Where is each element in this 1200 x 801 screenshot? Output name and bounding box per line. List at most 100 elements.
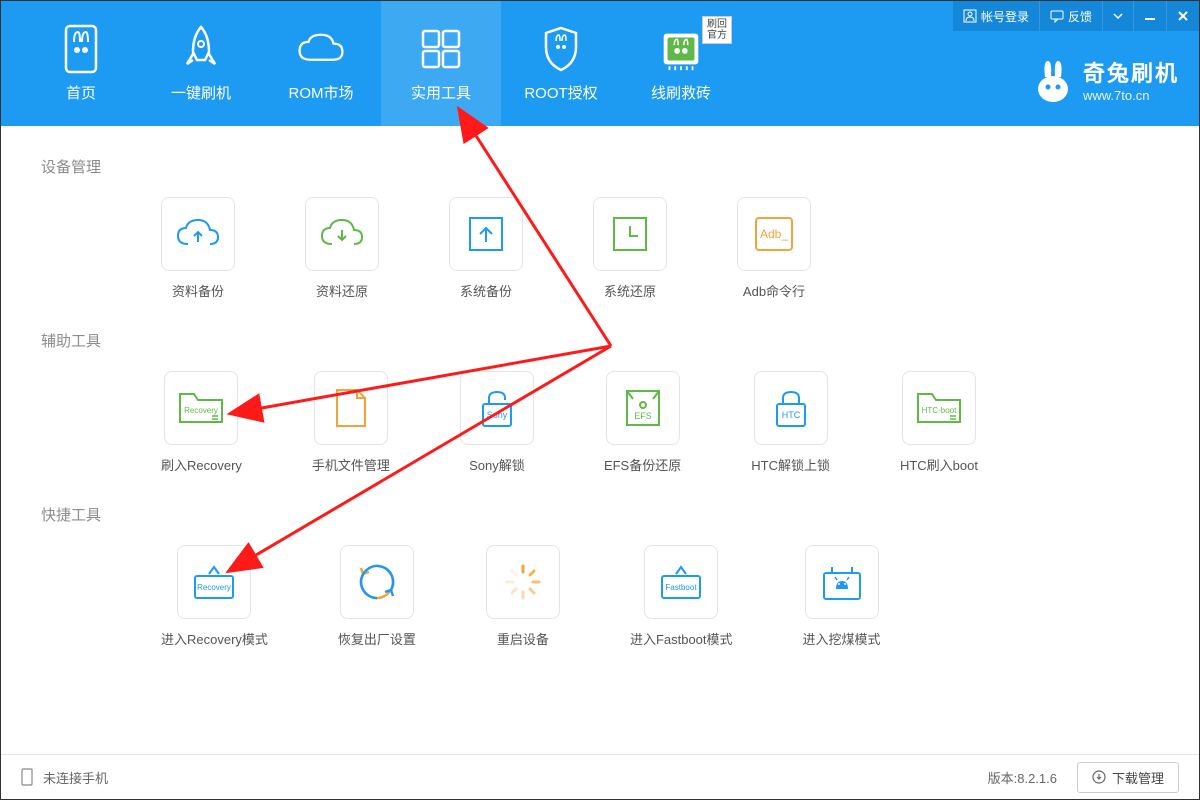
refresh-icon [355,560,399,604]
brand-url: www.7to.cn [1083,88,1179,103]
tool-htc-lock[interactable]: HTC HTC解锁上锁 [751,371,830,474]
svg-text:Fastboot: Fastboot [666,583,698,592]
feedback-button[interactable]: 反馈 [1039,1,1102,31]
status-text: 未连接手机 [43,768,108,787]
tool-enter-recovery[interactable]: Recovery 进入Recovery模式 [161,545,268,648]
svg-text:Recovery: Recovery [198,583,232,592]
section-title: 快捷工具 [41,504,1159,525]
tool-enter-fastboot[interactable]: Fastboot 进入Fastboot模式 [630,545,733,648]
tool-restore-data[interactable]: 资料还原 [305,197,379,300]
section-device: 设备管理 资料备份 资料还原 系统备份 系统还原 Adb_ Adb命令行 [41,156,1159,300]
shield-icon [536,24,586,74]
loading-icon [501,560,545,604]
tool-factory-reset[interactable]: 恢复出厂设置 [338,545,416,648]
download-manager-button[interactable]: 下载管理 [1077,762,1179,793]
brand-name: 奇兔刷机 [1083,56,1179,88]
svg-text:Adb_: Adb_ [760,227,788,241]
tool-label: Adb命令行 [743,281,805,300]
nav-wire-flash[interactable]: 刷回官方 线刷救砖 [621,1,741,126]
section-assist: 辅助工具 Recovery 刷入Recovery 手机文件管理 Sony Son… [41,330,1159,474]
recovery-enter-icon: Recovery [189,560,239,604]
minimize-icon [1144,10,1156,22]
nav-flash[interactable]: 一键刷机 [141,1,261,126]
nav-label: 线刷救砖 [651,82,711,103]
fastboot-enter-icon: Fastboot [656,560,706,604]
status-bar: 未连接手机 版本:8.2.1.6 下载管理 [1,754,1199,799]
tool-reboot[interactable]: 重启设备 [486,545,560,648]
brand: 奇兔刷机 www.7to.cn [1033,56,1179,103]
download-label: 下载管理 [1112,768,1164,787]
tool-flash-recovery[interactable]: Recovery 刷入Recovery [161,371,242,474]
tool-label: 系统还原 [604,281,656,300]
tool-label: 资料备份 [172,281,224,300]
section-title: 辅助工具 [41,330,1159,351]
cloud-icon [296,24,346,74]
nav-rom-market[interactable]: ROM市场 [261,1,381,126]
tool-label: 重启设备 [497,629,549,648]
svg-text:EFS: EFS [634,411,652,421]
nav-tools[interactable]: 实用工具 [381,1,501,126]
tool-label: 进入挖煤模式 [803,629,881,648]
tool-label: HTC解锁上锁 [751,455,830,474]
phone-bunny-icon [56,24,106,74]
close-button[interactable] [1166,1,1199,31]
nav-root[interactable]: ROOT授权 [501,1,621,126]
download-icon [1092,770,1106,784]
box-clock-icon [610,214,650,254]
rocket-icon [176,24,226,74]
phone-icon [21,768,33,786]
tool-htc-boot[interactable]: HTC-boot HTC刷入boot [900,371,978,474]
tool-label: 手机文件管理 [312,455,390,474]
nav-label: 实用工具 [411,82,471,103]
tool-label: EFS备份还原 [604,455,681,474]
login-label: 帐号登录 [981,8,1029,25]
file-icon [333,386,369,430]
tool-sony-unlock[interactable]: Sony Sony解锁 [460,371,534,474]
close-icon [1177,10,1189,22]
tool-dig-mode[interactable]: 进入挖煤模式 [803,545,881,648]
cloud-download-icon [318,216,366,252]
grid-icon [416,24,466,74]
tool-label: 资料还原 [316,281,368,300]
user-icon [963,9,977,23]
tool-label: 恢复出厂设置 [338,629,416,648]
chip-bunny-icon: 刷回官方 [656,24,706,74]
tool-backup-data[interactable]: 资料备份 [161,197,235,300]
minimize-button[interactable] [1133,1,1166,31]
version-text: 版本:8.2.1.6 [988,768,1057,787]
tool-file-manager[interactable]: 手机文件管理 [312,371,390,474]
tool-label: Sony解锁 [469,455,525,474]
nav-label: 一键刷机 [171,82,231,103]
tool-label: 进入Recovery模式 [161,629,268,648]
tool-label: HTC刷入boot [900,455,978,474]
svg-text:Sony: Sony [487,410,508,420]
header: 首页 一键刷机 ROM市场 实用工具 ROOT授权 [1,1,1199,126]
tool-restore-sys[interactable]: 系统还原 [593,197,667,300]
chevron-down-icon [1113,13,1123,19]
tool-label: 进入Fastboot模式 [630,629,733,648]
tool-efs[interactable]: EFS EFS备份还原 [604,371,681,474]
android-dig-icon [818,561,866,603]
badge-official: 刷回官方 [702,16,732,44]
sony-lock-icon: Sony [477,386,517,430]
svg-text:HTC: HTC [781,410,800,420]
dropdown-button[interactable] [1102,1,1133,31]
window-controls: 帐号登录 反馈 [953,1,1199,31]
htc-lock-icon: HTC [771,386,811,430]
efs-disk-icon: EFS [623,387,663,429]
nav-label: ROOT授权 [524,82,597,103]
main-content: 设备管理 资料备份 资料还原 系统备份 系统还原 Adb_ Adb命令行 [1,126,1199,754]
tool-label: 刷入Recovery [161,455,242,474]
login-button[interactable]: 帐号登录 [953,1,1039,31]
adb-icon: Adb_ [752,214,796,254]
nav-label: ROM市场 [289,82,354,103]
tool-label: 系统备份 [460,281,512,300]
htc-boot-folder-icon: HTC-boot [914,388,964,428]
section-quick: 快捷工具 Recovery 进入Recovery模式 恢复出厂设置 重启设备 F… [41,504,1159,648]
nav-home[interactable]: 首页 [21,1,141,126]
chat-icon [1050,9,1064,23]
tool-backup-sys[interactable]: 系统备份 [449,197,523,300]
tool-adb[interactable]: Adb_ Adb命令行 [737,197,811,300]
svg-text:HTC-boot: HTC-boot [922,406,957,415]
recovery-folder-icon: Recovery [176,388,226,428]
